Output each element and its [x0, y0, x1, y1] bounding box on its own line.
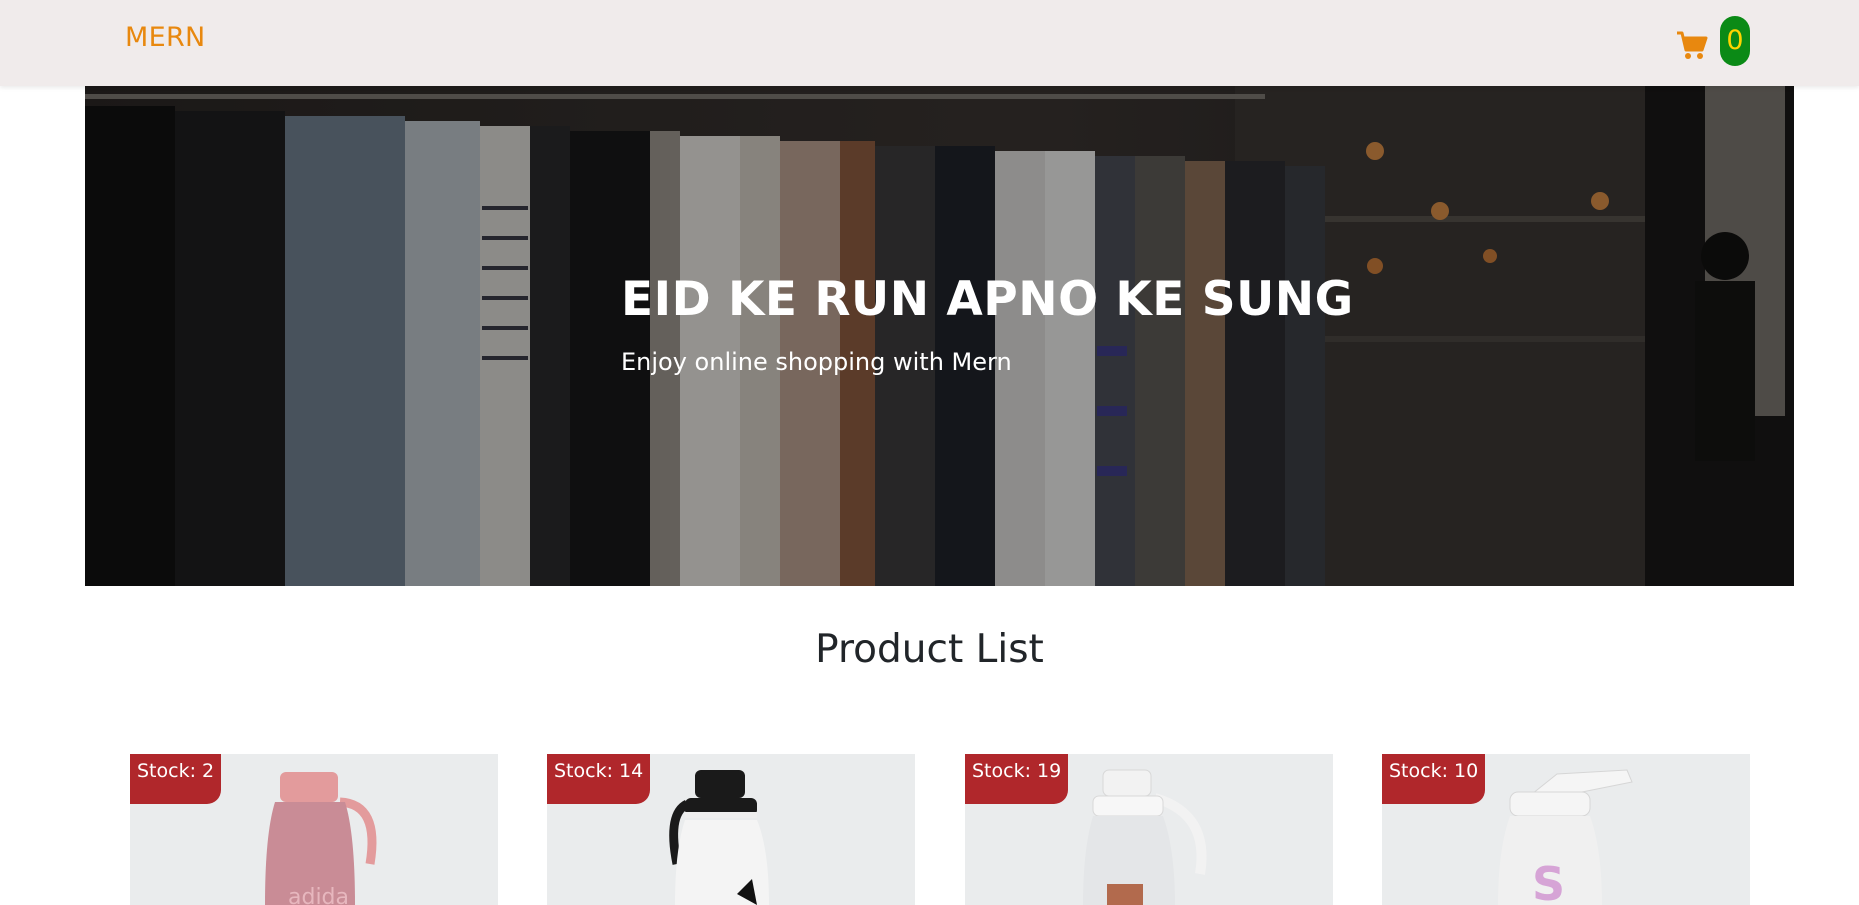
svg-text:adida: adida [288, 885, 349, 905]
product-card[interactable]: Stock: 14 [547, 754, 915, 905]
product-card[interactable]: Stock: 19 [965, 754, 1333, 905]
hero-subtitle: Enjoy online shopping with Mern [621, 348, 1012, 376]
stock-badge: Stock: 14 [547, 754, 651, 804]
stock-badge: Stock: 19 [965, 754, 1069, 804]
cart-button[interactable]: 0 [1672, 16, 1752, 68]
navbar: MERN 0 [0, 0, 1859, 86]
cart-count-badge: 0 [1720, 16, 1750, 66]
shopping-cart-icon [1677, 31, 1708, 59]
svg-text:S: S [1532, 857, 1565, 905]
hero-title: EID KE RUN APNO KE SUNG [621, 272, 1354, 327]
hero-background-image [85, 86, 1794, 586]
product-card[interactable]: S Stock: 10 [1382, 754, 1750, 905]
product-list-title: Product List [815, 627, 1044, 672]
brand-link[interactable]: MERN [125, 22, 206, 53]
hero-banner: EID KE RUN APNO KE SUNG Enjoy online sho… [85, 86, 1794, 586]
product-card[interactable]: adida Stock: 2 [130, 754, 498, 905]
stock-badge: Stock: 10 [1382, 754, 1486, 804]
stock-badge: Stock: 2 [130, 754, 222, 804]
